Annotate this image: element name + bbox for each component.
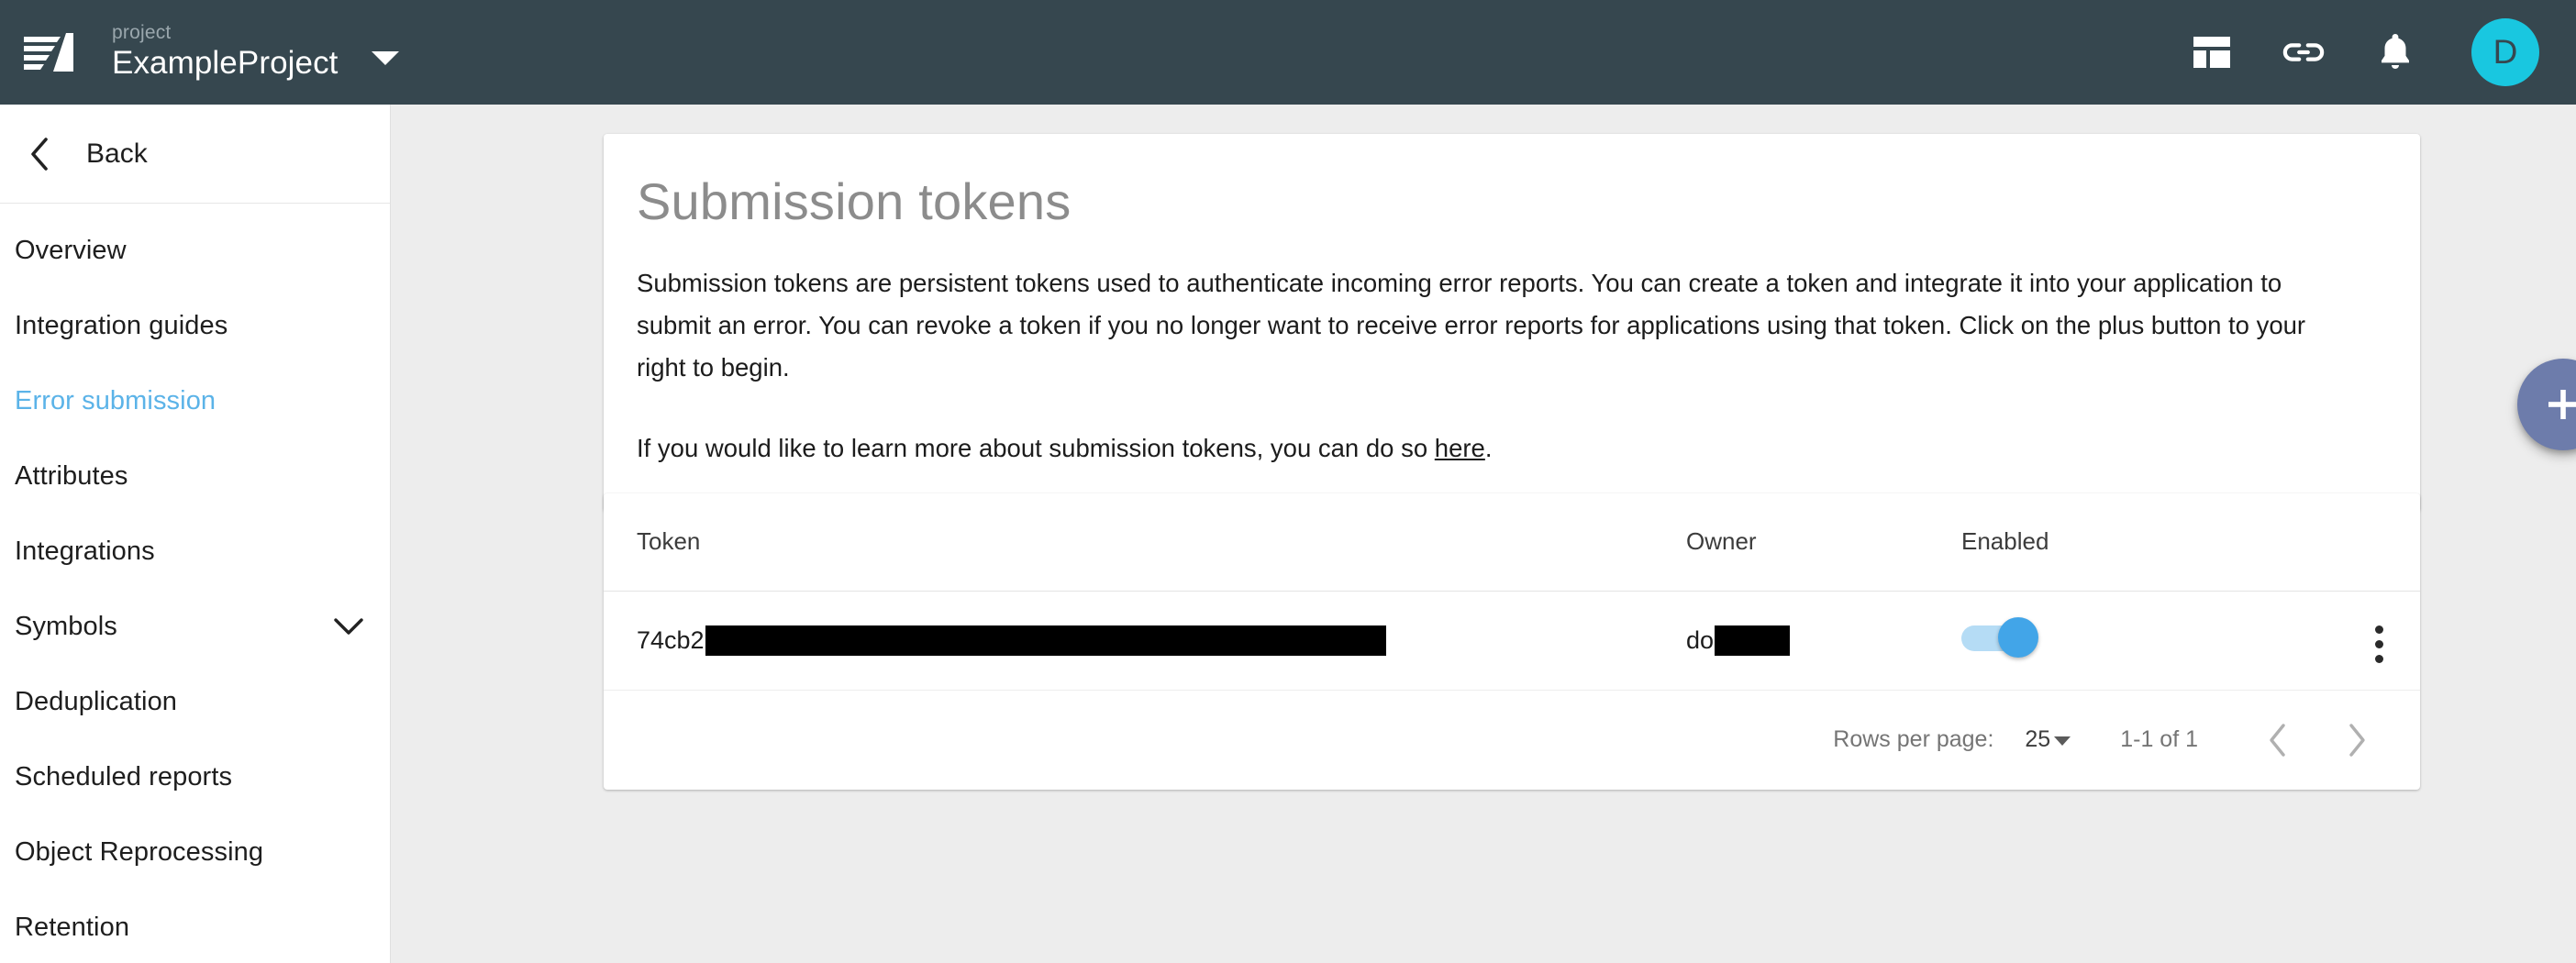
create-token-fab[interactable]	[2517, 359, 2576, 450]
sidebar-nav-list: Overview Integration guides Error submis…	[0, 204, 390, 963]
previous-page-button[interactable]	[2238, 701, 2317, 780]
cell-owner: do	[1686, 591, 1961, 691]
back-label: Back	[86, 138, 148, 169]
main-content: Submission tokens Submission tokens are …	[391, 105, 2576, 963]
next-page-button[interactable]	[2317, 701, 2396, 780]
sidebar-item-label: Object Reprocessing	[15, 836, 264, 867]
rows-per-page-label: Rows per page:	[1833, 726, 1994, 752]
sidebar-item-label: Deduplication	[15, 686, 178, 716]
cell-enabled	[1961, 591, 2255, 691]
submission-tokens-table-card: Token Owner Enabled 74cb2 do Rows per pa…	[604, 493, 2420, 790]
plus-icon	[2544, 385, 2576, 424]
sidebar-item-error-submission[interactable]: Error submission	[0, 363, 390, 438]
sidebar-item-symbols[interactable]: Symbols	[0, 589, 390, 664]
enabled-toggle[interactable]	[1961, 616, 2046, 658]
table-head: Token Owner Enabled	[604, 493, 2420, 592]
sidebar-item-object-reprocessing[interactable]: Object Reprocessing	[0, 814, 390, 890]
table-pagination: Rows per page: 25 1-1 of 1	[604, 691, 2420, 790]
column-header-token: Token	[604, 493, 1686, 592]
kebab-dot	[2375, 640, 2383, 648]
project-dropdown-caret-icon[interactable]	[371, 51, 399, 66]
project-eyebrow-label: project	[112, 21, 172, 43]
bell-icon[interactable]	[2374, 31, 2416, 73]
column-header-enabled: Enabled	[1961, 493, 2255, 592]
rows-per-page-select[interactable]: 25	[2025, 726, 2071, 753]
backtrace-logo-icon[interactable]	[20, 24, 77, 81]
owner-redaction-bar	[1715, 625, 1791, 656]
submission-tokens-table: Token Owner Enabled 74cb2 do	[604, 493, 2420, 691]
owner-visible-prefix: do	[1686, 625, 1715, 654]
table-row[interactable]: 74cb2 do	[604, 591, 2420, 691]
column-header-owner: Owner	[1686, 493, 1961, 592]
submission-tokens-intro-card: Submission tokens Submission tokens are …	[604, 134, 2420, 513]
table-header-row: Token Owner Enabled	[604, 493, 2420, 592]
token-redaction-bar	[705, 625, 1386, 656]
project-selector[interactable]: project ExampleProject	[112, 22, 399, 83]
sidebar-item-integration-guides[interactable]: Integration guides	[0, 288, 390, 363]
intro-paragraph-2: If you would like to learn more about su…	[637, 427, 2348, 470]
chevron-down-icon	[2054, 736, 2071, 746]
sidebar-item-label: Integrations	[15, 536, 155, 566]
sidebar-item-label: Error submission	[15, 385, 217, 415]
column-header-actions	[2255, 493, 2420, 592]
sidebar-item-retention[interactable]: Retention	[0, 890, 390, 963]
learn-more-link[interactable]: here	[1435, 434, 1485, 462]
sidebar-item-label: Scheduled reports	[15, 761, 233, 791]
kebab-dot	[2375, 655, 2383, 663]
appbar-actions: D	[2191, 18, 2539, 86]
intro-paragraph-2-text: If you would like to learn more about su…	[637, 434, 1435, 463]
link-icon[interactable]	[2282, 31, 2325, 73]
top-app-bar: project ExampleProject D	[0, 0, 2576, 105]
dashboard-layout-icon[interactable]	[2191, 31, 2233, 73]
settings-sidebar: Back Overview Integration guides Error s…	[0, 105, 391, 963]
token-visible-prefix: 74cb2	[637, 625, 705, 654]
pagination-range-label: 1-1 of 1	[2120, 726, 2198, 752]
sidebar-item-scheduled-reports[interactable]: Scheduled reports	[0, 739, 390, 814]
chevron-down-icon[interactable]	[333, 617, 364, 636]
kebab-menu-icon[interactable]	[2370, 620, 2389, 669]
sidebar-item-label: Overview	[15, 235, 127, 265]
table-body: 74cb2 do	[604, 591, 2420, 691]
intro-paragraph-2-suffix: .	[1484, 434, 1493, 463]
sidebar-item-label: Attributes	[15, 460, 128, 491]
project-name-label: ExampleProject	[112, 45, 339, 82]
sidebar-item-label: Retention	[15, 912, 130, 942]
rows-per-page-value: 25	[2025, 726, 2051, 752]
avatar-initial: D	[2493, 33, 2518, 71]
cell-token: 74cb2	[604, 591, 1686, 691]
user-avatar[interactable]: D	[2471, 18, 2539, 86]
cell-row-actions	[2255, 591, 2420, 691]
token-value: 74cb2	[637, 625, 1386, 656]
sidebar-item-overview[interactable]: Overview	[0, 213, 390, 288]
sidebar-item-label: Integration guides	[15, 310, 228, 340]
chevron-left-icon	[9, 137, 70, 172]
back-button[interactable]: Back	[0, 105, 390, 204]
sidebar-item-deduplication[interactable]: Deduplication	[0, 664, 390, 739]
toggle-thumb	[1998, 616, 2038, 658]
sidebar-item-label: Symbols	[15, 611, 117, 641]
intro-paragraph-1: Submission tokens are persistent tokens …	[637, 269, 2306, 382]
page-title: Submission tokens	[637, 172, 1071, 230]
sidebar-item-attributes[interactable]: Attributes	[0, 438, 390, 514]
owner-value: do	[1686, 625, 1791, 656]
sidebar-item-integrations[interactable]: Integrations	[0, 514, 390, 589]
kebab-dot	[2375, 625, 2383, 634]
